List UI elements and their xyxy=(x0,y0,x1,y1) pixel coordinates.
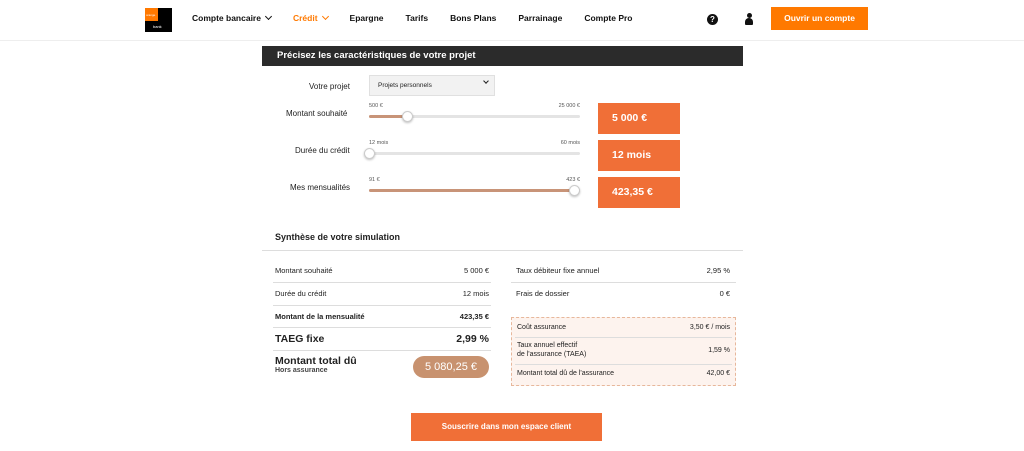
user-icon[interactable] xyxy=(744,13,754,25)
top-header: orange bank Compte bancaire Crédit Eparg… xyxy=(0,0,1024,41)
section-title: Précisez les caractéristiques de votre p… xyxy=(262,46,743,66)
divider xyxy=(511,282,736,283)
insurance-total-label: Montant total dû de l'assurance xyxy=(517,370,615,377)
summary-monthly-value: 423,35 € xyxy=(459,312,489,321)
project-label: Votre projet xyxy=(309,82,350,91)
monthly-label: Mes mensualités xyxy=(290,183,351,192)
insurance-total-value: 42,00 € xyxy=(706,370,730,377)
insurance-box: Coût assurance 3,50 € / mois Taux annuel… xyxy=(511,317,736,386)
user-icon-body xyxy=(745,18,753,25)
insurance-taea-value: 1,59 % xyxy=(708,347,730,354)
slider-min: 12 mois xyxy=(369,140,389,146)
amount-label: Montant souhaité xyxy=(286,109,348,118)
summary-monthly-label: Montant de la mensualité xyxy=(275,312,365,321)
slider-track[interactable] xyxy=(369,152,580,155)
divider xyxy=(262,250,743,251)
insurance-taea-label-1: Taux annuel effectif xyxy=(517,342,578,349)
chevron-down-icon xyxy=(483,78,489,84)
open-account-button[interactable]: Ouvrir un compte xyxy=(771,7,868,30)
slider-min: 500 € xyxy=(369,103,383,109)
logo-text-bottom: bank xyxy=(153,24,162,29)
summary-fees-value: 0 € xyxy=(719,289,730,298)
summary-duration-label: Durée du crédit xyxy=(275,289,327,298)
summary-duration-value: 12 mois xyxy=(462,289,489,298)
duration-value-box: 12 mois xyxy=(598,140,680,171)
summary-total-sub: Hors assurance xyxy=(275,367,328,374)
divider xyxy=(515,337,732,338)
summary-amount-label: Montant souhaité xyxy=(275,266,333,275)
nav-label: Compte bancaire xyxy=(192,13,261,23)
subscribe-button[interactable]: Souscrire dans mon espace client xyxy=(411,413,602,441)
chevron-down-icon xyxy=(264,12,273,21)
summary-amount-value: 5 000 € xyxy=(463,266,489,275)
nav-credit[interactable]: Crédit xyxy=(292,12,329,23)
monthly-slider[interactable]: 91 € 423 € xyxy=(369,177,580,197)
summary-fees-label: Frais de dossier xyxy=(516,289,570,298)
summary-taeg-label: TAEG fixe xyxy=(275,333,325,345)
slider-thumb[interactable] xyxy=(569,185,580,196)
nav-label: Parrainage xyxy=(518,13,563,23)
duration-slider[interactable]: 12 mois 60 mois xyxy=(364,140,580,160)
summary-total-label: Montant total dû xyxy=(275,355,357,367)
nav-label: Tarifs xyxy=(405,13,429,23)
divider xyxy=(273,305,491,306)
slider-min: 91 € xyxy=(369,177,380,183)
orange-bank-logo[interactable]: orange bank xyxy=(145,8,172,32)
divider xyxy=(273,327,491,328)
nav-parrainage[interactable]: Parrainage xyxy=(518,13,562,23)
help-icon[interactable]: ? xyxy=(707,14,718,25)
insurance-cost-label: Coût assurance xyxy=(517,324,567,331)
nav-epargne[interactable]: Epargne xyxy=(350,13,384,23)
summary-rate-value: 2,95 % xyxy=(706,266,730,275)
slider-max: 423 € xyxy=(566,177,580,183)
project-select[interactable]: Projets personnels xyxy=(369,75,495,96)
project-select-value: Projets personnels xyxy=(378,82,432,89)
summary-rate-label: Taux débiteur fixe annuel xyxy=(516,266,600,275)
monthly-value-box: 423,35 € xyxy=(598,177,680,208)
nav-compte-bancaire[interactable]: Compte bancaire xyxy=(192,12,273,23)
slider-thumb[interactable] xyxy=(364,148,375,159)
amount-value-box: 5 000 € xyxy=(598,103,680,134)
divider xyxy=(273,282,491,283)
nav-label: Crédit xyxy=(292,13,318,23)
nav-label: Bons Plans xyxy=(450,13,497,23)
summary-total-value: 5 080,25 € xyxy=(413,356,489,378)
divider xyxy=(273,350,491,351)
nav-tarifs[interactable]: Tarifs xyxy=(406,13,429,23)
slider-max: 25 000 € xyxy=(558,103,580,109)
slider-max: 60 mois xyxy=(560,140,580,146)
slider-fill xyxy=(369,189,580,192)
divider xyxy=(515,364,732,365)
summary-taeg-value: 2,99 % xyxy=(456,333,489,345)
nav-compte-pro[interactable]: Compte Pro xyxy=(584,13,632,23)
nav-bons-plans[interactable]: Bons Plans xyxy=(450,13,496,23)
summary-title: Synthèse de votre simulation xyxy=(275,232,401,242)
nav-label: Epargne xyxy=(349,13,384,23)
slider-thumb[interactable] xyxy=(402,111,413,122)
logo-text-top: orange xyxy=(146,13,156,17)
insurance-taea-label-2: de l'assurance (TAEA) xyxy=(517,351,587,358)
amount-slider[interactable]: 500 € 25 000 € xyxy=(369,103,580,123)
duration-label: Durée du crédit xyxy=(295,146,350,155)
nav-label: Compte Pro xyxy=(584,13,633,23)
insurance-cost-value: 3,50 € / mois xyxy=(689,324,730,331)
chevron-down-icon xyxy=(321,12,329,21)
main-nav: Compte bancaire Crédit Epargne Tarifs Bo… xyxy=(192,12,655,23)
